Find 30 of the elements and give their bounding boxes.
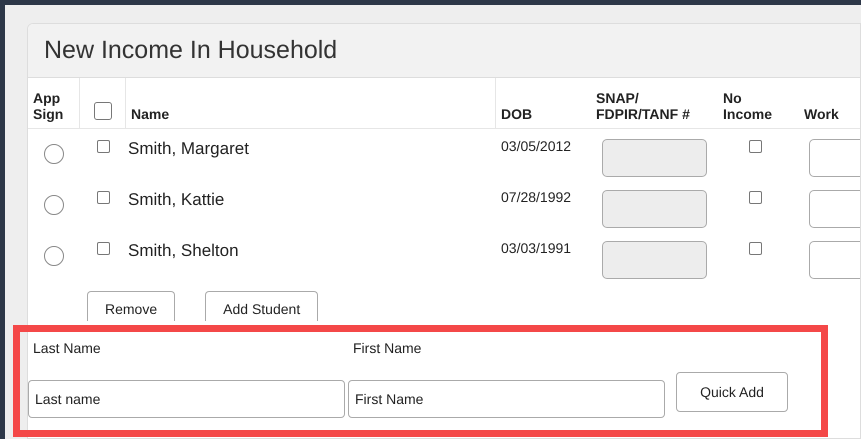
last-name-field[interactable]: Last name bbox=[28, 380, 345, 418]
panel-title: New Income In Household bbox=[44, 34, 338, 66]
field-label: First Name bbox=[352, 339, 422, 358]
dob-cell: 03/05/2012 bbox=[501, 138, 572, 154]
first-name-field[interactable]: First Name bbox=[348, 380, 665, 418]
column-header: App Sign bbox=[33, 90, 64, 122]
action-button[interactable]: Remove bbox=[87, 291, 176, 321]
checkbox[interactable] bbox=[96, 242, 110, 255]
radio-button[interactable] bbox=[44, 195, 64, 215]
column-header: Work bbox=[804, 106, 839, 122]
checkbox[interactable] bbox=[96, 140, 110, 153]
name-cell: Smith, Shelton bbox=[128, 241, 239, 260]
action-button[interactable]: Add Student bbox=[205, 291, 318, 321]
checkbox[interactable] bbox=[749, 140, 762, 153]
dob-cell: 03/03/1991 bbox=[501, 240, 572, 256]
column-header: No Income bbox=[723, 90, 774, 122]
quick-add-button[interactable]: Quick Add bbox=[676, 372, 788, 412]
column-header: SNAP/ FDPIR/TANF # bbox=[596, 90, 691, 122]
radio-button[interactable] bbox=[44, 246, 64, 266]
field-label: Last Name bbox=[32, 339, 102, 358]
radio-button[interactable] bbox=[44, 144, 64, 164]
checkbox[interactable] bbox=[96, 191, 110, 204]
checkbox[interactable] bbox=[749, 242, 762, 255]
checkbox[interactable] bbox=[94, 102, 112, 120]
column-header: DOB bbox=[501, 106, 532, 122]
dob-cell: 07/28/1992 bbox=[501, 189, 572, 205]
checkbox[interactable] bbox=[749, 191, 762, 204]
column-header: Name bbox=[131, 106, 170, 122]
name-cell: Smith, Margaret bbox=[128, 139, 249, 158]
name-cell: Smith, Kattie bbox=[128, 190, 224, 209]
